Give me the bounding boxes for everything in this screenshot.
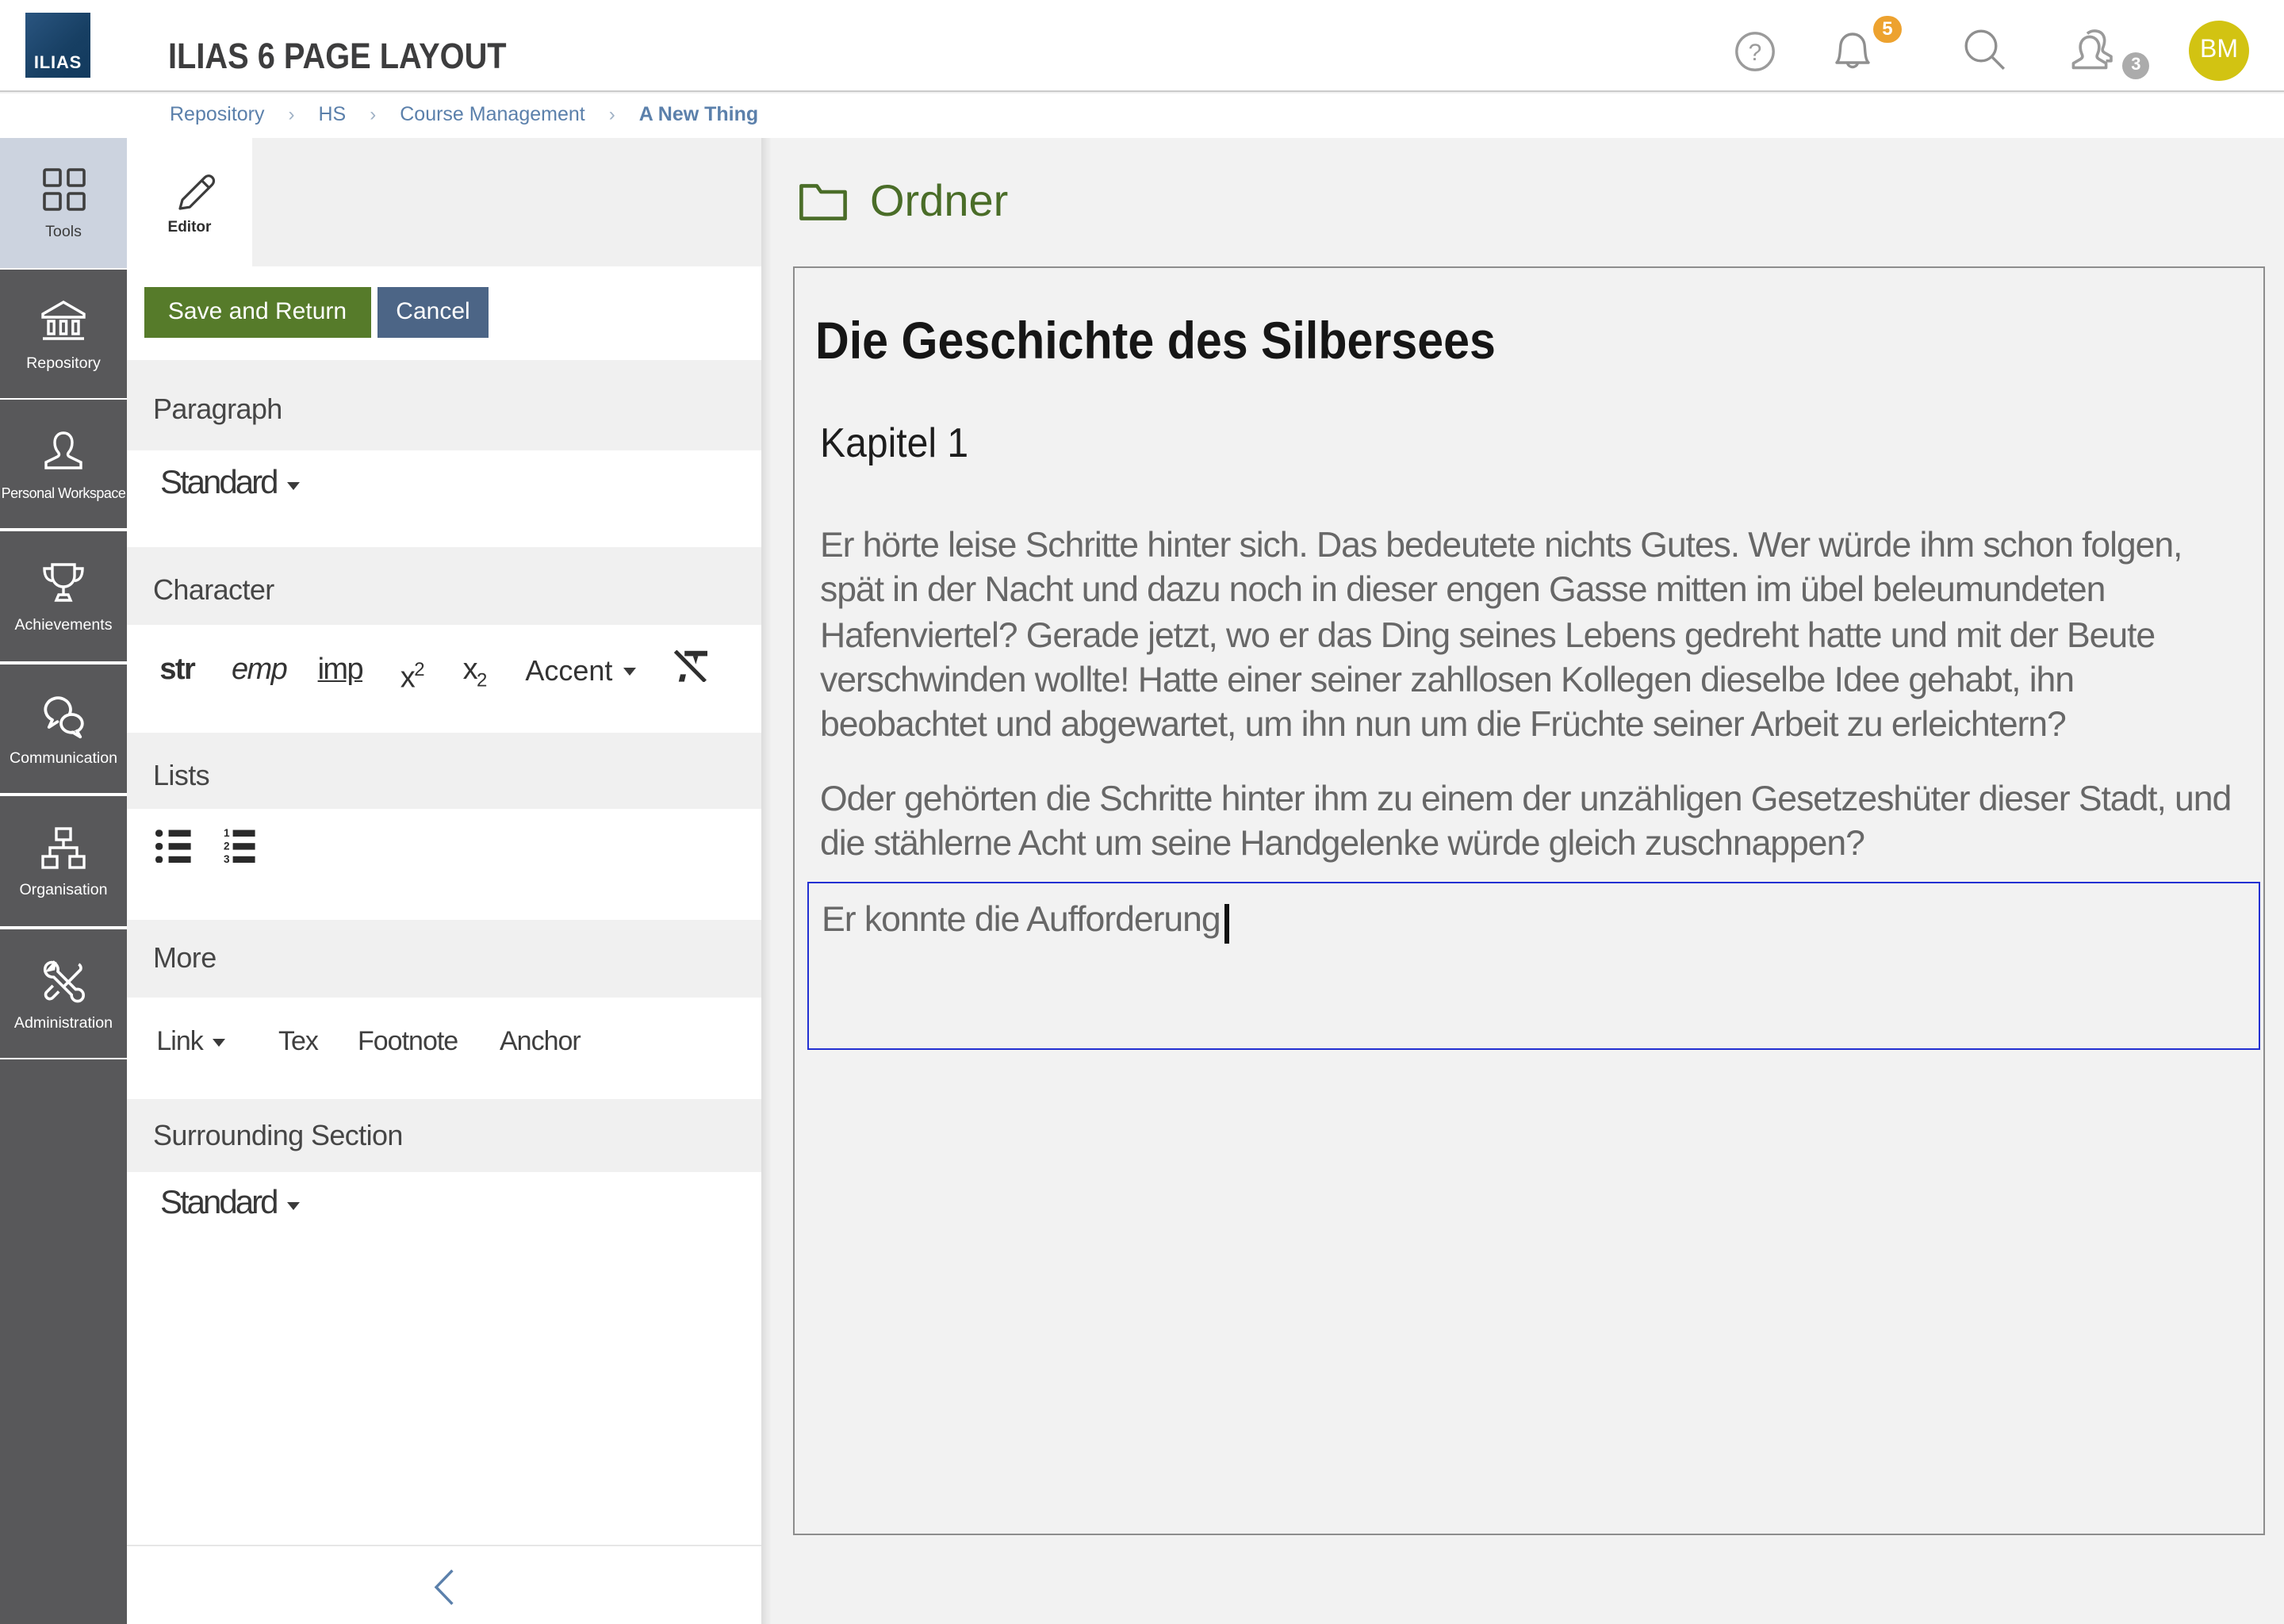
svg-text:?: ? <box>1749 40 1762 66</box>
svg-text:1: 1 <box>223 826 229 838</box>
svg-text:2: 2 <box>223 839 229 851</box>
svg-text:3: 3 <box>223 852 229 862</box>
